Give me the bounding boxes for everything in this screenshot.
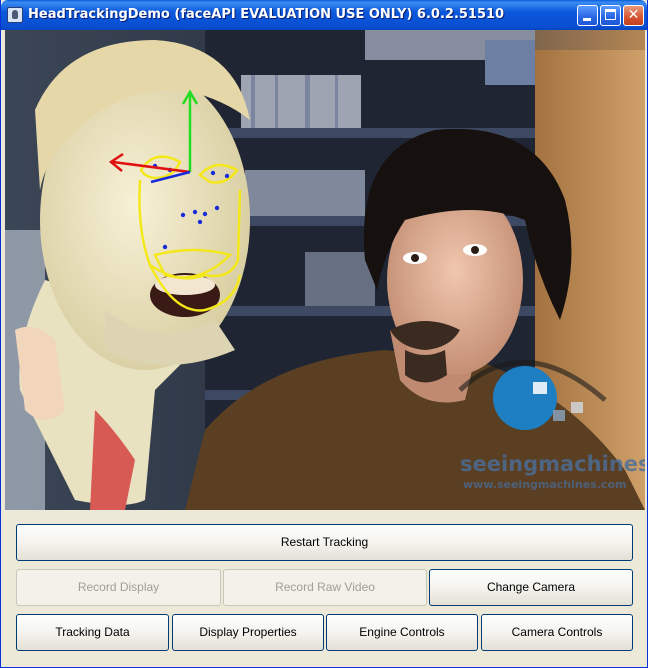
close-button[interactable]: ✕ bbox=[623, 5, 644, 26]
watermark-brand: seeingmachines bbox=[460, 452, 645, 476]
engine-controls-button[interactable]: Engine Controls bbox=[326, 614, 478, 651]
video-frame: seeingmachines www.seeingmachines.com bbox=[5, 30, 645, 510]
record-display-button[interactable]: Record Display bbox=[16, 569, 221, 606]
app-window: HeadTrackingDemo (faceAPI EVALUATION USE… bbox=[0, 0, 648, 668]
minimize-icon bbox=[583, 18, 591, 21]
minimize-button[interactable] bbox=[577, 5, 598, 26]
close-icon: ✕ bbox=[627, 7, 640, 23]
maximize-button[interactable] bbox=[600, 5, 621, 26]
camera-controls-button[interactable]: Camera Controls bbox=[481, 614, 633, 651]
window-title: HeadTrackingDemo (faceAPI EVALUATION USE… bbox=[28, 7, 505, 22]
display-properties-button[interactable]: Display Properties bbox=[172, 614, 324, 651]
title-bar[interactable]: HeadTrackingDemo (faceAPI EVALUATION USE… bbox=[1, 0, 647, 30]
app-icon bbox=[7, 7, 23, 23]
restart-tracking-button[interactable]: Restart Tracking bbox=[16, 524, 633, 561]
maximize-icon bbox=[605, 9, 616, 20]
change-camera-button[interactable]: Change Camera bbox=[429, 569, 633, 606]
watermark-url: www.seeingmachines.com bbox=[463, 478, 626, 491]
camera-video-view: seeingmachines www.seeingmachines.com bbox=[5, 30, 645, 510]
record-raw-video-button[interactable]: Record Raw Video bbox=[223, 569, 427, 606]
tracking-data-button[interactable]: Tracking Data bbox=[16, 614, 169, 651]
